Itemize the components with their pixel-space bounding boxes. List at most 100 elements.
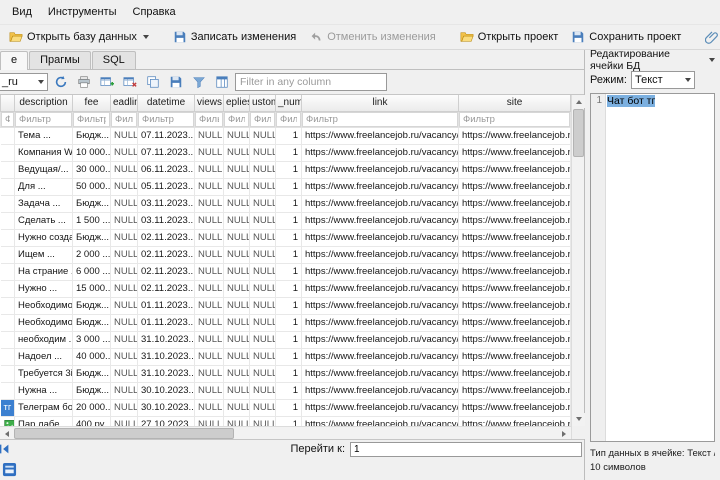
grid-cell[interactable]: NULL: [110, 280, 138, 298]
grid-cell[interactable]: [0, 416, 15, 426]
grid-cell[interactable]: https://www.freelancejob.ru/vacancy/: [301, 161, 459, 179]
open-database-button[interactable]: Открыть базу данных: [3, 27, 155, 47]
grid-cell[interactable]: NULL: [194, 348, 224, 366]
grid-cell[interactable]: https://www.freelancejob.ru/vacancy/: [301, 229, 459, 247]
vertical-scrollbar[interactable]: [571, 95, 585, 439]
grid-cell[interactable]: NULL: [110, 195, 138, 213]
grid-cell[interactable]: NULL: [194, 314, 224, 332]
grid-cell[interactable]: Необходимо ...: [14, 297, 73, 315]
grid-cell[interactable]: 30 000...: [72, 161, 111, 179]
grid-cell[interactable]: [0, 314, 15, 332]
revert-changes-button[interactable]: Отменить изменения: [303, 27, 442, 47]
grid-cell[interactable]: NULL: [249, 280, 276, 298]
column-header[interactable]: views: [194, 95, 224, 112]
grid-cell[interactable]: https://www.freelancejob.ru: [458, 348, 571, 366]
grid-cell[interactable]: NULL: [249, 314, 276, 332]
grid-cell[interactable]: NULL: [194, 280, 224, 298]
grid-cell[interactable]: 02.11.2023...: [137, 263, 195, 281]
grid-cell[interactable]: 15 000...: [72, 280, 111, 298]
grid-cell[interactable]: 31.10.2023...: [137, 331, 195, 349]
grid-cell[interactable]: Пар лабе...: [14, 416, 73, 426]
grid-cell[interactable]: 1: [275, 314, 302, 332]
delete-record-button[interactable]: [120, 73, 140, 92]
grid-cell[interactable]: NULL: [110, 212, 138, 230]
grid-cell[interactable]: NULL: [223, 280, 250, 298]
grid-cell[interactable]: https://www.freelancejob.ru: [458, 212, 571, 230]
grid-cell[interactable]: NULL: [110, 161, 138, 179]
grid-cell[interactable]: NULL: [110, 297, 138, 315]
table-select[interactable]: _ru: [0, 73, 48, 91]
column-filter-input[interactable]: [195, 111, 223, 127]
grid-cell[interactable]: 1: [275, 416, 302, 426]
grid-cell[interactable]: [0, 246, 15, 264]
scroll-up-button[interactable]: [572, 95, 585, 108]
grid-cell[interactable]: 02.11.2023...: [137, 280, 195, 298]
mode-select[interactable]: Текст: [630, 71, 695, 89]
grid-cell[interactable]: На страние ...: [14, 263, 73, 281]
vertical-scroll-thumb[interactable]: [573, 109, 584, 157]
tab-browse-data[interactable]: е: [0, 51, 29, 70]
grid-cell[interactable]: NULL: [249, 348, 276, 366]
column-header[interactable]: [0, 95, 15, 112]
column-header[interactable]: _num: [275, 95, 302, 112]
grid-cell[interactable]: [0, 365, 15, 383]
menu-tools[interactable]: Инструменты: [40, 2, 125, 22]
grid-cell[interactable]: Надоел ...: [14, 348, 73, 366]
grid-cell[interactable]: Ищем ...: [14, 246, 73, 264]
dock-icon[interactable]: [2, 462, 17, 477]
grid-cell[interactable]: 02.11.2023...: [137, 246, 195, 264]
grid-cell[interactable]: NULL: [110, 144, 138, 162]
grid-cell[interactable]: https://www.freelancejob.ru/vacancy/: [301, 297, 459, 315]
grid-cell[interactable]: 01.11.2023...: [137, 314, 195, 332]
grid-cell[interactable]: NULL: [194, 161, 224, 179]
grid-cell[interactable]: 30.10.2023...: [137, 399, 195, 417]
open-project-button[interactable]: Открыть проект: [454, 27, 565, 47]
grid-cell[interactable]: [0, 229, 15, 247]
column-filter-input[interactable]: [276, 111, 301, 127]
grid-cell[interactable]: [0, 348, 15, 366]
grid-cell[interactable]: [0, 195, 15, 213]
grid-cell[interactable]: https://www.freelancejob.ru/vacancy/: [301, 246, 459, 264]
grid-cell[interactable]: https://www.freelancejob.ru: [458, 178, 571, 196]
grid-cell[interactable]: https://www.freelancejob.ru/vacancy/: [301, 314, 459, 332]
grid-cell[interactable]: NULL: [223, 161, 250, 179]
grid-cell[interactable]: 30.10.2023...: [137, 382, 195, 400]
grid-cell[interactable]: NULL: [249, 127, 276, 145]
grid-cell[interactable]: NULL: [194, 246, 224, 264]
grid-cell[interactable]: 07.11.2023...: [137, 127, 195, 145]
grid-cell[interactable]: Бюдж...: [72, 127, 111, 145]
grid-cell[interactable]: необходим ...: [14, 331, 73, 349]
grid-cell[interactable]: https://www.freelancejob.ru: [458, 161, 571, 179]
grid-cell[interactable]: 1: [275, 331, 302, 349]
grid-cell[interactable]: 1: [275, 246, 302, 264]
grid-cell[interactable]: NULL: [223, 382, 250, 400]
column-header[interactable]: link: [301, 95, 459, 112]
grid-cell[interactable]: NULL: [249, 246, 276, 264]
grid-cell[interactable]: NULL: [223, 178, 250, 196]
grid-cell[interactable]: https://www.freelancejob.ru: [458, 297, 571, 315]
grid-cell[interactable]: NULL: [249, 416, 276, 426]
columns-button[interactable]: [212, 73, 232, 92]
attach-database-button[interactable]: Прикрепить БД: [699, 27, 720, 47]
tab-sql[interactable]: SQL: [91, 51, 136, 69]
grid-cell[interactable]: 1: [275, 144, 302, 162]
grid-cell[interactable]: 31.10.2023...: [137, 348, 195, 366]
grid-cell[interactable]: 1: [275, 263, 302, 281]
grid-cell[interactable]: https://www.freelancejob.ru: [458, 246, 571, 264]
grid-cell[interactable]: NULL: [194, 195, 224, 213]
grid-cell[interactable]: https://www.freelancejob.ru: [458, 399, 571, 417]
grid-cell[interactable]: https://www.freelancejob.ru/vacancy/: [301, 144, 459, 162]
grid-cell[interactable]: Тема ...: [14, 127, 73, 145]
grid-cell[interactable]: NULL: [223, 127, 250, 145]
grid-cell[interactable]: https://www.freelancejob.ru: [458, 263, 571, 281]
grid-cell[interactable]: 1: [275, 399, 302, 417]
column-header[interactable]: fee: [72, 95, 111, 112]
grid-cell[interactable]: [0, 144, 15, 162]
grid-cell[interactable]: 50 000...: [72, 178, 111, 196]
grid-cell[interactable]: 2 000 ...: [72, 246, 111, 264]
grid-cell[interactable]: NULL: [110, 416, 138, 426]
grid-cell[interactable]: https://www.freelancejob.ru/vacancy/: [301, 365, 459, 383]
grid-cell[interactable]: Бюдж...: [72, 365, 111, 383]
duplicate-record-button[interactable]: [143, 73, 163, 92]
grid-cell[interactable]: Бюдж...: [72, 229, 111, 247]
